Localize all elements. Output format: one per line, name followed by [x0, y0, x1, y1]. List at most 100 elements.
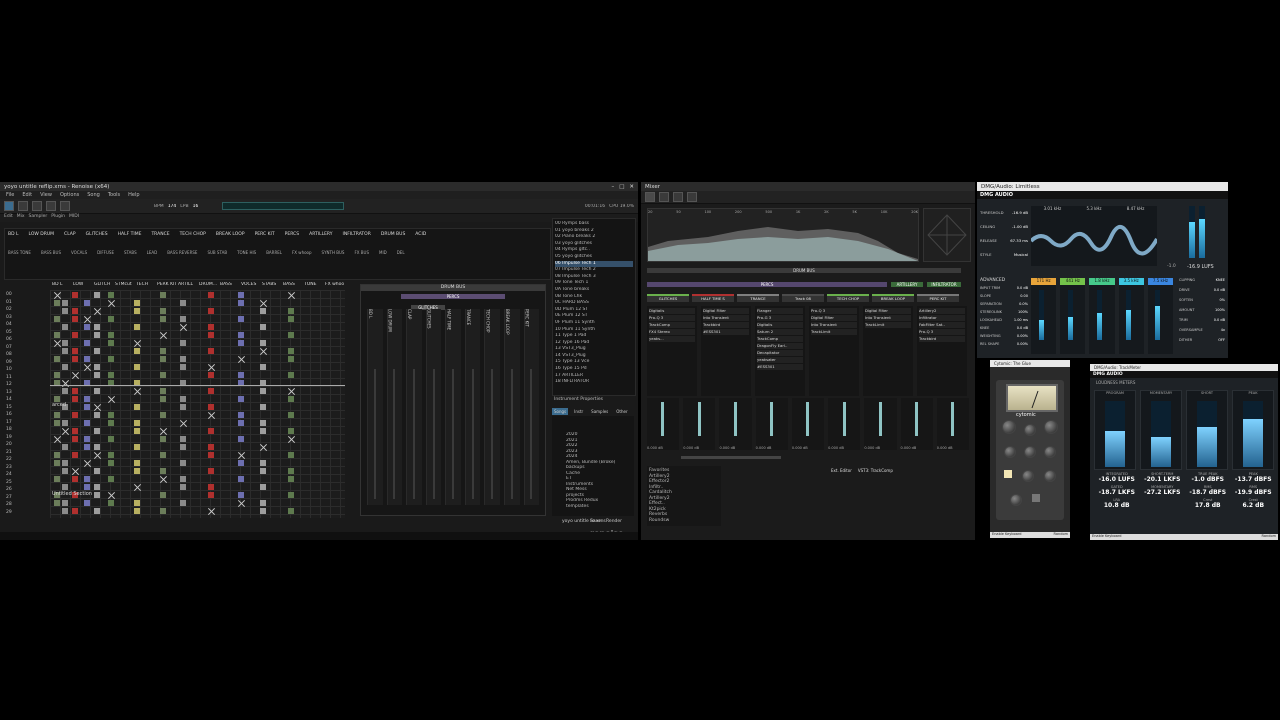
instrument-item[interactable]: 0F Plum 11 Synth — [555, 320, 633, 327]
pattern-slot[interactable] — [260, 460, 266, 466]
pattern-slot[interactable] — [62, 348, 68, 354]
pattern-slot[interactable] — [134, 388, 142, 395]
limitless-control-value[interactable]: Musical — [1014, 252, 1028, 266]
trackmeter-footer-right[interactable]: Random — [1262, 534, 1277, 540]
send-label[interactable]: TONE HIS — [237, 250, 256, 255]
pattern-slot[interactable] — [288, 508, 294, 514]
pattern-slot[interactable] — [84, 476, 90, 482]
limitless-control-value[interactable]: 67.33 ms — [1010, 238, 1028, 252]
pattern-slot[interactable] — [108, 476, 114, 482]
lpb-value[interactable]: 16 — [193, 204, 199, 209]
fx-bottom-tab[interactable]: Ext. Editor — [831, 468, 852, 473]
pattern-slot[interactable] — [160, 436, 166, 442]
instrument-item[interactable]: 0A Tone breaks — [555, 287, 633, 294]
fx-fader[interactable] — [697, 402, 701, 436]
instrument-item[interactable]: 0C HARD BASS — [555, 300, 633, 307]
pattern-slot[interactable] — [72, 308, 78, 314]
pattern-slot[interactable] — [108, 332, 114, 338]
pattern-slot[interactable] — [238, 300, 244, 306]
pattern-slot[interactable] — [84, 316, 92, 323]
fx-device[interactable]: #ESS301 — [703, 329, 749, 335]
limitless-control-value[interactable]: -1.00 dB — [1012, 224, 1028, 238]
pattern-slot[interactable] — [208, 292, 214, 298]
pattern-slot[interactable] — [160, 388, 166, 394]
send-label[interactable]: STABS — [124, 250, 137, 255]
pattern-slot[interactable] — [72, 508, 78, 514]
send-label[interactable]: BARREL — [266, 250, 282, 255]
pattern-slot[interactable] — [260, 508, 266, 514]
pattern-slot[interactable] — [62, 508, 68, 514]
track-header[interactable]: ARTILL — [178, 282, 197, 287]
fx-device[interactable]: DragonFly Earl.. — [757, 343, 803, 349]
group-label[interactable]: BREAK LOOP — [216, 232, 245, 237]
pattern-slot[interactable] — [54, 340, 62, 347]
pattern-slot[interactable] — [208, 364, 216, 371]
pattern-slot[interactable] — [180, 316, 186, 322]
pattern-slot[interactable] — [94, 404, 102, 411]
fx-device[interactable]: TrackLimit — [865, 322, 911, 328]
mixer-fader[interactable] — [393, 369, 396, 499]
fx-device[interactable]: #ESS301 — [757, 364, 803, 370]
fx-scrollbar[interactable] — [681, 456, 781, 459]
menu-options[interactable]: Options — [60, 192, 79, 198]
pattern-slot[interactable] — [260, 308, 266, 314]
pattern-slot[interactable] — [288, 356, 294, 362]
fx-device[interactable]: Decapitator — [757, 350, 803, 356]
fx-stop-button[interactable] — [659, 192, 669, 202]
metronome-button[interactable] — [60, 201, 70, 211]
pattern-slot[interactable] — [54, 452, 60, 458]
pattern-slot[interactable] — [94, 364, 100, 370]
right-value[interactable]: 0.0 dB — [1214, 288, 1225, 298]
pattern-slot[interactable] — [288, 396, 294, 402]
pattern-slot[interactable] — [62, 468, 68, 474]
pattern-slot[interactable] — [260, 364, 266, 370]
pattern-slot[interactable] — [108, 316, 114, 322]
pattern-slot[interactable] — [208, 348, 214, 354]
pattern-slot[interactable] — [84, 364, 92, 371]
pattern-slot[interactable] — [84, 404, 90, 410]
mixer-fader[interactable] — [471, 369, 474, 499]
pattern-slot[interactable] — [288, 292, 296, 299]
group-label[interactable]: INFILTRATOR — [343, 232, 371, 237]
plugin-item[interactable]: Roundsw — [649, 518, 719, 524]
fx-device[interactable]: TrackComp — [649, 322, 695, 328]
send-label[interactable]: DEL — [397, 250, 405, 255]
pattern-slot[interactable] — [72, 332, 78, 338]
group-label[interactable]: ARTILLERY — [309, 232, 332, 237]
pattern-slot[interactable] — [288, 308, 294, 314]
track-header[interactable]: DRUM... — [199, 282, 218, 287]
pattern-slot[interactable] — [54, 412, 60, 418]
pattern-slot[interactable] — [54, 460, 60, 466]
mixer-fader[interactable] — [412, 369, 415, 499]
pattern-slot[interactable] — [160, 356, 166, 362]
pattern-slot[interactable] — [94, 324, 100, 330]
pattern-slot[interactable] — [238, 372, 244, 378]
pattern-slot[interactable] — [108, 396, 116, 403]
group-label[interactable]: TRANCE — [151, 232, 169, 237]
right-value[interactable]: 4x — [1221, 328, 1225, 338]
pattern-slot[interactable] — [180, 500, 186, 506]
glue-footer-left[interactable]: Enable Keyboard — [992, 532, 1022, 538]
band-label[interactable]: 441 Hz — [1060, 278, 1086, 285]
comp-toggle[interactable] — [1004, 470, 1012, 478]
track-header[interactable]: BASS — [283, 282, 302, 287]
fx-device[interactable]: Into Transient — [811, 322, 857, 328]
pattern-slot[interactable] — [238, 412, 244, 418]
pattern-slot[interactable] — [84, 324, 90, 330]
fx-device[interactable]: Pro-G 3 — [757, 315, 803, 321]
pattern-slot[interactable] — [54, 420, 60, 426]
fx-device[interactable]: Saturn 2 — [757, 329, 803, 335]
pattern-slot[interactable] — [108, 300, 116, 307]
fx-device[interactable]: Infiltrator — [919, 315, 965, 321]
pattern-slot[interactable] — [84, 340, 90, 346]
pattern-slot[interactable] — [84, 460, 92, 467]
instrument-item[interactable]: 0D Plum 12 ST — [555, 307, 633, 314]
pattern-slot[interactable] — [238, 340, 244, 346]
fx-track-header[interactable]: Track 08 — [782, 294, 824, 302]
fx-device[interactable]: FabFilter Sat.. — [919, 322, 965, 328]
fx-device[interactable]: yeaks... — [649, 336, 695, 342]
send-label[interactable]: DIFFUSE — [97, 250, 114, 255]
pattern-slot[interactable] — [160, 428, 168, 435]
fx-fader[interactable] — [770, 402, 774, 436]
right-value[interactable]: KNEE — [1216, 278, 1225, 288]
